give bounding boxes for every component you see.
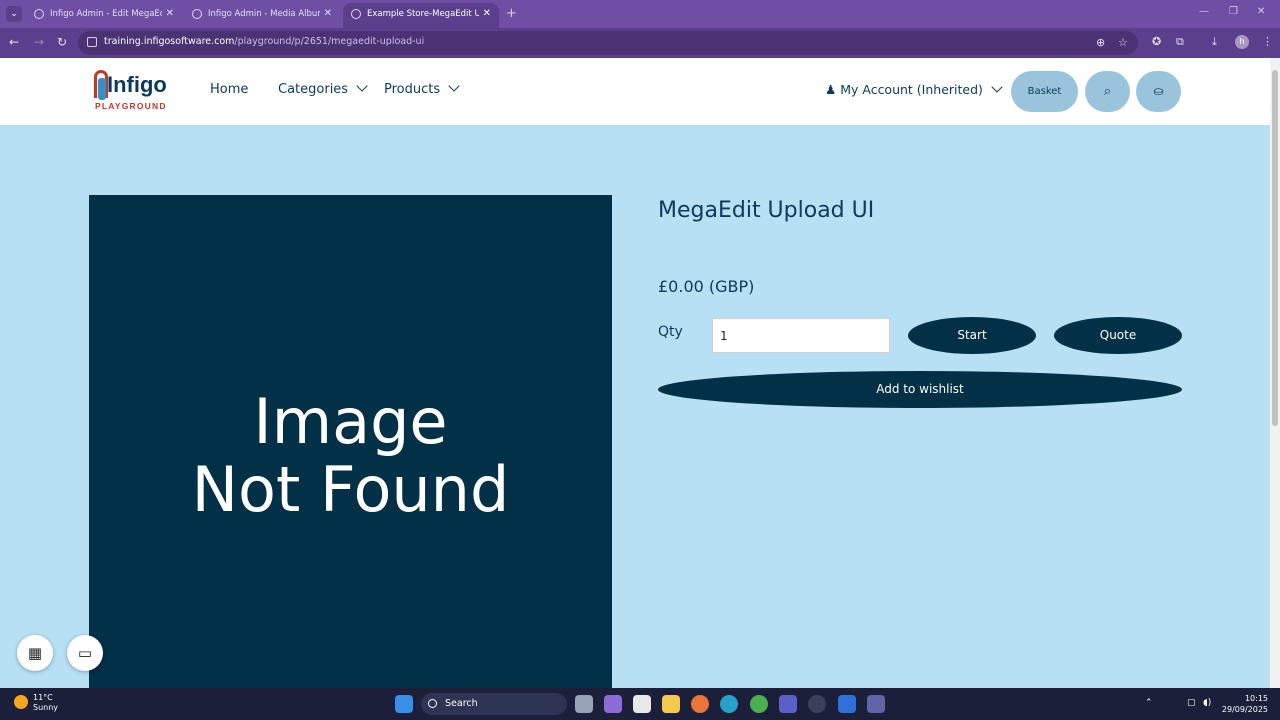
chevron-down-icon [448, 80, 460, 92]
close-icon[interactable]: ✕ [166, 3, 174, 25]
web-page: Infigo PLAYGROUND Home Categories Produc… [0, 58, 1270, 688]
zoom-icon[interactable]: ⊕ [1096, 36, 1105, 49]
nav-products[interactable]: Products [384, 80, 460, 97]
browser-tab-bar: ⌄ Infigo Admin - Edit MegaEdit p ✕ Infigo… [0, 0, 1280, 28]
extension-icon[interactable]: ✪ [1152, 35, 1161, 48]
restore-icon[interactable]: ❐ [1229, 6, 1238, 17]
globe-icon [192, 9, 202, 19]
store-icon[interactable] [633, 695, 651, 713]
close-icon[interactable]: ✕ [483, 3, 491, 25]
layout-toggle-icon[interactable]: ▦ [17, 635, 53, 671]
add-to-wishlist-button[interactable]: Add to wishlist [658, 371, 1182, 408]
address-bar-row: ← → ↻ training.infigosoftware.com/playgr… [0, 28, 1280, 58]
volume-icon[interactable]: ◖) [1203, 698, 1211, 708]
cart-button[interactable]: ⛀ [1136, 71, 1181, 112]
nav-home[interactable]: Home [210, 82, 248, 97]
globe-icon [34, 9, 44, 19]
nav-categories[interactable]: Categories [278, 80, 368, 97]
my-account-menu[interactable]: ♟ My Account (Inherited) [825, 81, 1003, 97]
taskbar: 11°C Sunny Search ⌃ ▢ ◖) 10:15 29/09/2025 [0, 688, 1280, 720]
chrome-icon[interactable] [750, 695, 768, 713]
site-header: Infigo PLAYGROUND Home Categories Produc… [0, 58, 1270, 125]
browser-tab-2[interactable]: Infigo Admin - Media Album Se ✕ [184, 3, 340, 28]
page-scrollbar[interactable] [1270, 58, 1280, 688]
logo-sub: PLAYGROUND [95, 101, 167, 111]
close-window-icon[interactable]: ✕ [1257, 6, 1265, 17]
teams-work-icon[interactable] [867, 695, 885, 713]
new-tab-button[interactable]: + [506, 6, 517, 21]
basket-button[interactable]: Basket [1011, 71, 1078, 112]
more-menu-icon[interactable]: ⋮ [1262, 35, 1273, 48]
edge-icon[interactable] [720, 695, 738, 713]
url-text: training.infigosoftware.com/playground/p… [104, 36, 425, 47]
puzzle-icon[interactable]: ⧉ [1176, 35, 1184, 49]
reload-icon[interactable]: ↻ [57, 35, 67, 49]
site-logo[interactable]: Infigo PLAYGROUND [94, 68, 174, 114]
chevron-down-icon [991, 81, 1003, 93]
qty-input[interactable] [712, 318, 890, 353]
chevron-down-icon [356, 80, 368, 92]
product-image-placeholder: Image Not Found [89, 195, 612, 688]
globe-icon [351, 9, 361, 19]
captions-icon[interactable]: ▭ [67, 635, 103, 671]
minimize-icon[interactable]: — [1199, 6, 1209, 17]
basket-icon: ⛀ [1153, 84, 1164, 98]
copilot-icon[interactable] [604, 695, 622, 713]
tray-chevron-icon[interactable]: ⌃ [1145, 698, 1153, 708]
site-info-icon[interactable] [87, 37, 97, 47]
browser-tab-3-active[interactable]: Example Store-MegaEdit Uplo ✕ [343, 3, 499, 28]
tab-title: Infigo Admin - Media Album Se [208, 9, 320, 19]
file-explorer-icon[interactable] [662, 695, 680, 713]
user-icon: ♟ [825, 82, 837, 97]
logo-mark-inner [98, 78, 106, 100]
url-bar[interactable]: training.infigosoftware.com/playground/p… [78, 31, 1138, 55]
search-button[interactable]: ⌕ [1085, 71, 1130, 112]
qty-label: Qty [658, 324, 683, 340]
scroll-thumb[interactable] [1272, 70, 1278, 426]
taskbar-search[interactable]: Search [421, 693, 567, 715]
task-view-icon[interactable] [575, 695, 593, 713]
bookmark-star-icon[interactable]: ☆ [1118, 36, 1128, 49]
display-icon[interactable]: ▢ [1187, 698, 1196, 708]
windows-start-icon[interactable] [395, 695, 413, 713]
forward-arrow-icon[interactable]: → [34, 35, 44, 49]
todo-icon[interactable] [838, 695, 856, 713]
image-not-found-text: Image Not Found [191, 385, 510, 526]
sun-icon [14, 695, 28, 709]
search-icon: ⌕ [1103, 84, 1112, 99]
quote-button[interactable]: Quote [1054, 317, 1182, 354]
system-clock[interactable]: 10:15 29/09/2025 [1220, 693, 1268, 715]
search-icon [428, 699, 437, 708]
obs-icon[interactable] [808, 695, 826, 713]
profile-avatar[interactable]: h [1235, 35, 1249, 49]
logo-brand: Infigo [107, 72, 167, 97]
product-price: £0.00 (GBP) [658, 277, 755, 296]
firefox-icon[interactable] [691, 695, 709, 713]
download-icon[interactable]: ⤓ [1212, 35, 1217, 49]
teams-icon[interactable] [779, 695, 797, 713]
tab-title: Infigo Admin - Edit MegaEdit p [50, 9, 162, 19]
back-arrow-icon[interactable]: ← [9, 35, 19, 49]
product-title: MegaEdit Upload UI [658, 198, 875, 223]
close-icon[interactable]: ✕ [324, 3, 332, 25]
tab-search-icon[interactable]: ⌄ [6, 6, 22, 22]
tab-title: Example Store-MegaEdit Uplo [367, 9, 479, 19]
start-button[interactable]: Start [908, 317, 1036, 354]
browser-tab-1[interactable]: Infigo Admin - Edit MegaEdit p ✕ [26, 3, 182, 28]
